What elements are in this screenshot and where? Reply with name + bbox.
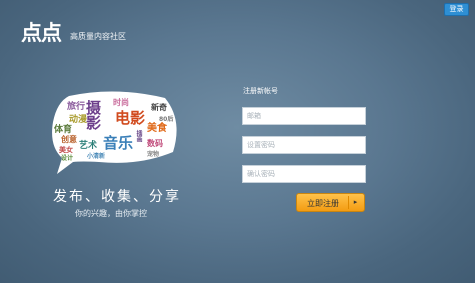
tag-music: 音乐: [103, 134, 134, 152]
tag-pets: 宠物: [147, 151, 160, 158]
register-button-label: 立即注册: [307, 199, 339, 208]
promo-sub-slogan: 你的兴趣，由你掌控: [75, 209, 147, 218]
password-field[interactable]: [242, 136, 366, 154]
tag-sports: 体育: [54, 125, 73, 135]
confirm-password-field[interactable]: [242, 165, 366, 183]
tag-travel: 旅行: [67, 102, 86, 112]
tag-art: 艺术: [79, 141, 98, 151]
register-button[interactable]: 立即注册 ▸: [296, 193, 365, 212]
tag-illustration: 插画: [135, 130, 142, 142]
arrow-right-icon: ▸: [348, 196, 362, 209]
tag-beauty: 美女: [59, 146, 73, 154]
tag-fresh: 小清新: [87, 153, 106, 160]
tag-novelty: 新奇: [151, 103, 167, 112]
interest-word-cloud: 旅行 摄影 时尚 新奇 动漫 电影 美食 体育 音乐 创意 80后 艺术 数码 …: [47, 90, 184, 176]
login-button[interactable]: 登录: [444, 3, 469, 16]
tagline: 高质量内容社区: [70, 32, 126, 41]
tag-creative: 创意: [61, 135, 77, 144]
tag-food: 美食: [147, 123, 167, 134]
promo-slogan: 发布、收集、分享: [53, 189, 181, 205]
tag-post80s: 80后: [159, 116, 174, 123]
logo: 点点: [21, 21, 62, 45]
tag-fashion: 时尚: [113, 98, 129, 107]
register-title: 注册新帐号: [243, 87, 278, 95]
tag-digital: 数码: [147, 139, 163, 148]
tag-anime: 动漫: [69, 115, 88, 125]
tag-movie: 电影: [115, 109, 146, 127]
tag-photography: 摄影: [84, 100, 102, 130]
tag-design: 设计: [61, 155, 74, 162]
email-field[interactable]: [242, 107, 366, 125]
